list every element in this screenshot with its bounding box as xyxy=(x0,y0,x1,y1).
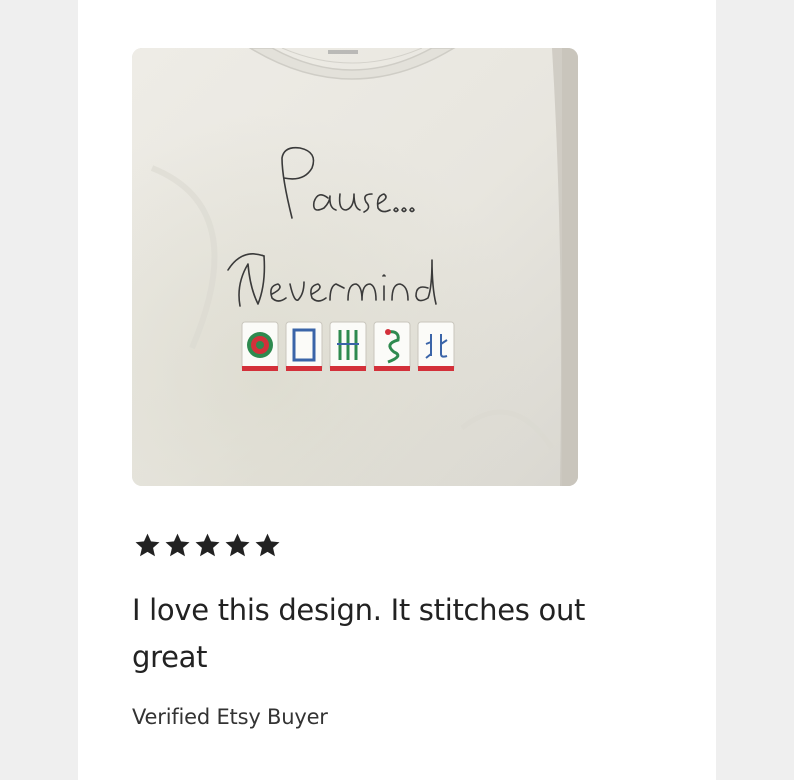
star-icon xyxy=(255,533,280,557)
mahjong-tiles xyxy=(241,321,455,371)
bamboo-tile-icon xyxy=(329,321,367,371)
star-rating xyxy=(133,531,282,560)
embroidered-sweatshirt-image xyxy=(132,48,578,486)
review-card: I love this design. It stitches out grea… xyxy=(78,0,716,780)
star-icon xyxy=(195,533,220,557)
north-wind-tile-icon xyxy=(417,321,455,371)
white-dragon-tile-icon xyxy=(285,321,323,371)
review-photo[interactable] xyxy=(132,48,578,486)
green-dragon-tile-icon xyxy=(373,321,411,371)
star-icon xyxy=(135,533,160,557)
reviewer-name: Verified Etsy Buyer xyxy=(132,705,328,729)
review-text: I love this design. It stitches out grea… xyxy=(132,593,586,674)
star-icon xyxy=(165,533,190,557)
circle-tile-icon xyxy=(241,321,279,371)
star-icon xyxy=(225,533,250,557)
